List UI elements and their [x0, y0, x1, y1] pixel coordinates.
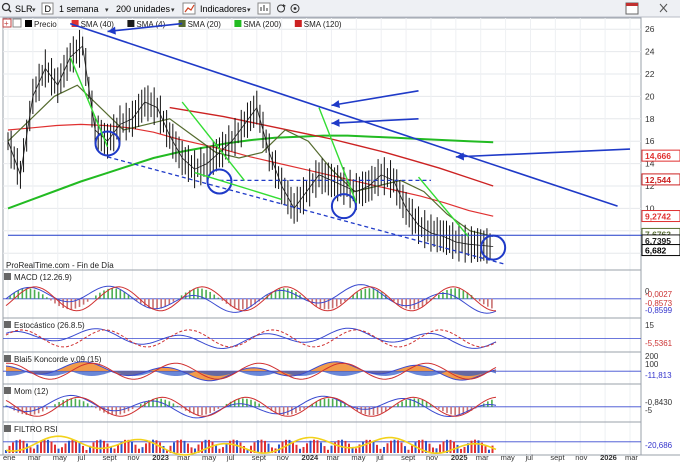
interval-select[interactable]: 1 semana [59, 4, 99, 14]
plus-icon-glyph: + [4, 19, 9, 28]
symbol-label[interactable]: SLR [15, 4, 33, 14]
panel-swatch [4, 355, 11, 362]
time-tick-label: nov [426, 453, 438, 462]
price-label: 12,544 [645, 175, 671, 185]
price-label: 14,666 [645, 151, 671, 161]
time-tick-label: 2025 [451, 453, 468, 462]
chevron-down-icon[interactable]: ▾ [247, 7, 251, 14]
time-tick-label: nov [277, 453, 289, 462]
time-tick-label: may [202, 453, 216, 462]
time-tick-label: sept [550, 453, 565, 462]
panel-swatch [4, 387, 11, 394]
legend-entry: SMA (120) [304, 20, 342, 29]
legend-entry: Precio [34, 20, 57, 29]
filtro-value: -20,686 [645, 441, 673, 450]
time-tick-label: jul [77, 453, 86, 462]
legend-swatch [127, 20, 135, 27]
price-tick-label: 16 [645, 136, 655, 146]
units-select[interactable]: 200 unidades [116, 4, 171, 14]
panel-swatch [4, 321, 11, 328]
price-label: 9,2742 [645, 212, 671, 222]
blai5-value: -11,813 [645, 371, 672, 380]
chart-window: SLR ▾ D 1 semana ▾ 200 unidades ▾ Indica… [0, 0, 680, 463]
panel-swatch [4, 273, 11, 280]
time-tick-label: sept [401, 453, 416, 462]
legend-swatch [25, 20, 32, 27]
blai5-value: 100 [645, 360, 659, 369]
time-tick-label: 2023 [152, 453, 169, 462]
stoch-value: 15 [645, 321, 654, 330]
mom-value: -5 [645, 406, 653, 415]
time-tick-label: jul [524, 453, 533, 462]
mom-label: Mom (12) [14, 387, 49, 396]
time-tick-label: jul [226, 453, 235, 462]
time-tick-label: mar [326, 453, 339, 462]
time-tick-label: may [53, 453, 67, 462]
source-note: ProRealTime.com - Fin de Día [6, 261, 114, 270]
price-label: 6,682 [645, 246, 667, 256]
chart-canvas: SLR ▾ D 1 semana ▾ 200 unidades ▾ Indica… [0, 0, 680, 463]
macd-label: MACD (12.26.9) [14, 273, 72, 282]
time-tick-label: nov [575, 453, 587, 462]
chevron-down-icon[interactable]: ▾ [105, 7, 109, 14]
filtro-label: FILTRO RSI [14, 425, 57, 434]
time-tick-label: sept [103, 453, 118, 462]
price-tick-label: 22 [645, 69, 655, 79]
macd-value: -0,0027 [645, 290, 673, 299]
chevron-down-icon[interactable]: ▾ [171, 7, 175, 14]
stoch-label: Estocástico (26.8.5) [14, 321, 85, 330]
chevron-down-icon[interactable]: ▾ [32, 7, 36, 14]
price-tick-label: 20 [645, 91, 655, 101]
time-tick-label: jul [375, 453, 384, 462]
legend-swatch [234, 20, 242, 27]
drawing-mode-label: D [45, 4, 52, 14]
indicators-icon[interactable] [257, 2, 271, 15]
time-tick-label: mar [177, 453, 190, 462]
time-tick-label: 2026 [600, 453, 617, 462]
stoch-value: -5,5361 [645, 339, 673, 348]
time-tick-label: ene [3, 453, 16, 462]
indicators-button[interactable]: Indicadores [200, 4, 247, 14]
price-tick-label: 24 [645, 47, 655, 57]
price-tick-label: 18 [645, 114, 655, 124]
time-tick-label: may [351, 453, 365, 462]
time-tick-label: sept [252, 453, 267, 462]
legend-entry: SMA (200) [243, 20, 281, 29]
time-tick-label: nov [127, 453, 139, 462]
time-tick-label: 2024 [302, 453, 320, 462]
calendar-icon[interactable] [625, 2, 639, 15]
price-tick-label: 26 [645, 24, 655, 34]
legend-swatch [294, 20, 302, 27]
time-tick-label: may [501, 453, 515, 462]
time-tick-label: mar [28, 453, 41, 462]
legend-entry: SMA (40) [81, 20, 115, 29]
panel-swatch [4, 425, 11, 432]
time-tick-label: mar [476, 453, 489, 462]
grid-icon[interactable] [12, 18, 22, 28]
legend-entry: SMA (20) [188, 20, 222, 29]
macd-value: -0,8599 [645, 306, 673, 315]
draw-icon[interactable] [182, 2, 196, 15]
time-tick-label: mar [625, 453, 638, 462]
